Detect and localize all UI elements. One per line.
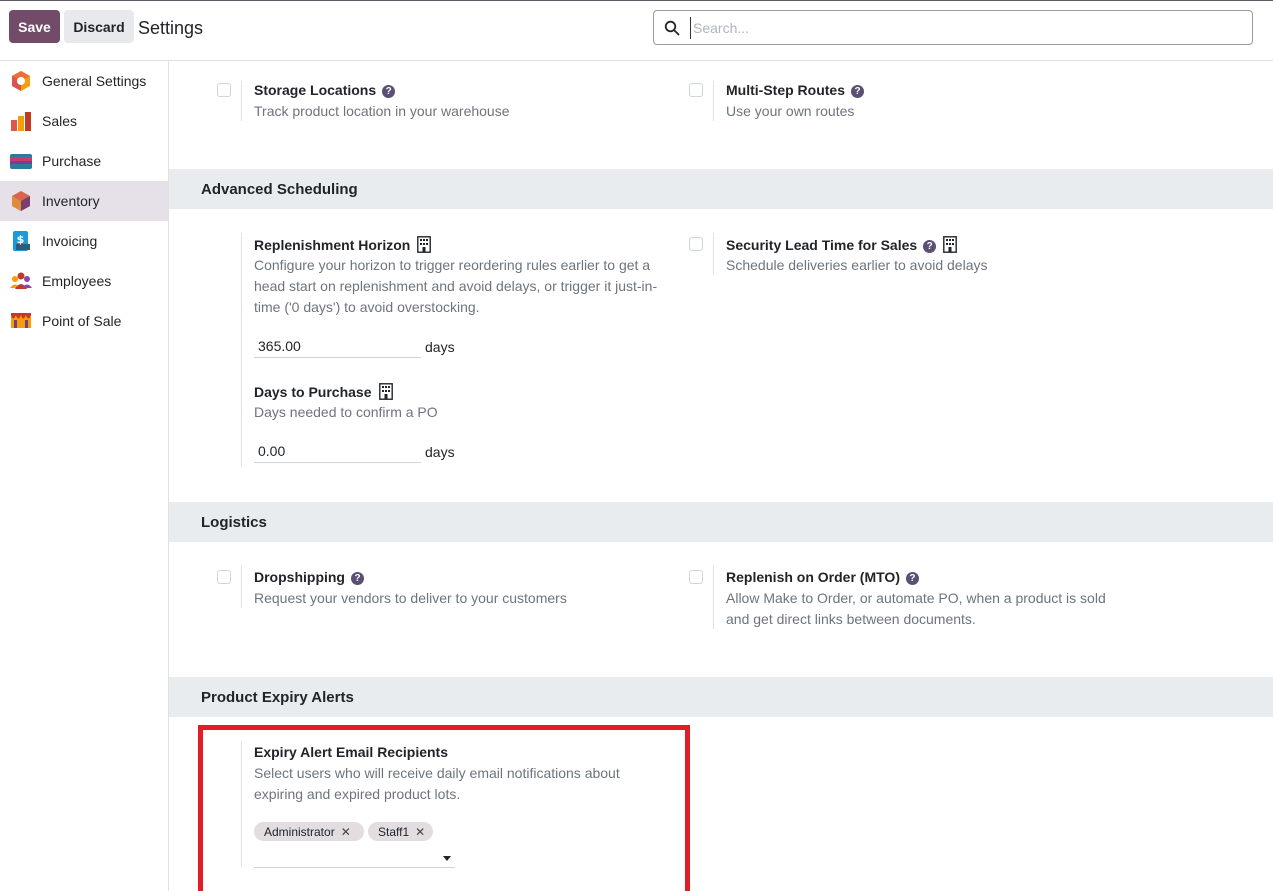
days-to-purchase-title: Days to Purchase	[254, 383, 393, 400]
point-of-sale-icon	[11, 313, 31, 328]
sidebar-item-label: Sales	[42, 113, 78, 129]
employees-icon	[10, 272, 32, 289]
security-lead-time-checkbox[interactable]	[689, 237, 703, 251]
sidebar-item-label: Inventory	[42, 193, 100, 209]
storage-locations-checkbox[interactable]	[217, 83, 231, 97]
mto-title: Replenish on Order (MTO)?	[726, 569, 919, 585]
settings-app-sidebar: General Settings Sales Purchase Inventor…	[0, 61, 169, 891]
days-to-purchase-description: Days needed to confirm a PO	[254, 404, 438, 420]
sidebar-item-invoicing[interactable]: $ Invoicing	[0, 221, 168, 261]
company-dependent-icon	[378, 383, 393, 400]
search-bar[interactable]	[653, 10, 1253, 45]
replenishment-horizon-description: Configure your horizon to trigger reorde…	[254, 257, 658, 315]
invoicing-icon: $	[13, 231, 30, 251]
sidebar-item-inventory[interactable]: Inventory	[0, 181, 168, 221]
company-dependent-icon	[417, 236, 432, 253]
replenishment-horizon-title: Replenishment Horizon	[254, 236, 432, 253]
dropshipping-title: Dropshipping?	[254, 569, 364, 585]
multi-step-routes-description: Use your own routes	[726, 103, 855, 119]
purchase-icon	[10, 154, 32, 169]
svg-text:$: $	[17, 233, 25, 246]
security-lead-time-description: Schedule deliveries earlier to avoid del…	[726, 257, 988, 273]
sidebar-item-label: Point of Sale	[42, 313, 122, 329]
dropshipping-description: Request your vendors to deliver to your …	[254, 590, 567, 606]
page-title: Settings	[138, 18, 204, 38]
sidebar-item-purchase[interactable]: Purchase	[0, 141, 168, 181]
advanced-scheduling-section-header: Advanced Scheduling	[169, 169, 1273, 209]
sidebar-item-employees[interactable]: Employees	[0, 261, 168, 301]
discard-button[interactable]: Discard	[64, 10, 134, 43]
sales-icon	[11, 112, 31, 131]
divider	[241, 566, 242, 608]
sidebar-item-label: Employees	[42, 273, 112, 289]
storage-locations-title: Storage Locations?	[254, 82, 396, 98]
replenishment-horizon-unit: days	[425, 339, 455, 355]
company-dependent-icon	[943, 236, 958, 253]
replenishment-horizon-input[interactable]	[254, 334, 421, 358]
dropshipping-checkbox[interactable]	[217, 570, 231, 584]
sidebar-item-label: Purchase	[42, 153, 102, 169]
help-icon[interactable]: ?	[905, 572, 919, 585]
divider	[713, 566, 714, 629]
section-title: Product Expiry Alerts	[201, 689, 354, 706]
help-icon[interactable]: ?	[382, 85, 396, 98]
mto-checkbox[interactable]	[689, 570, 703, 584]
save-button[interactable]: Save	[9, 10, 60, 43]
mto-description: Allow Make to Order, or automate PO, whe…	[726, 590, 1106, 627]
inventory-icon	[12, 191, 30, 211]
section-title: Advanced Scheduling	[201, 181, 358, 198]
storage-locations-description: Track product location in your warehouse	[254, 103, 510, 119]
sidebar-item-label: Invoicing	[42, 233, 98, 249]
divider	[713, 233, 714, 275]
security-lead-time-title: Security Lead Time for Sales?	[726, 236, 958, 253]
multi-step-routes-title: Multi-Step Routes?	[726, 82, 864, 98]
divider	[241, 81, 242, 121]
control-panel: Save Discard Settings	[0, 0, 1273, 61]
divider	[713, 81, 714, 121]
help-icon[interactable]: ?	[851, 85, 864, 98]
general-settings-icon	[12, 71, 30, 91]
days-to-purchase-input[interactable]	[254, 439, 421, 463]
section-title: Logistics	[201, 514, 267, 531]
search-icon	[664, 20, 680, 36]
annotation-highlight-box	[198, 725, 690, 891]
sidebar-item-label: General Settings	[42, 73, 147, 89]
sidebar-item-point-of-sale[interactable]: Point of Sale	[0, 301, 168, 341]
divider	[241, 233, 242, 467]
help-icon[interactable]: ?	[923, 240, 937, 253]
product-expiry-alerts-section-header: Product Expiry Alerts	[169, 677, 1273, 717]
sidebar-item-sales[interactable]: Sales	[0, 101, 168, 141]
sidebar-item-general-settings[interactable]: General Settings	[0, 61, 168, 101]
help-icon[interactable]: ?	[351, 572, 364, 585]
days-to-purchase-unit: days	[425, 444, 455, 460]
search-input[interactable]	[690, 17, 1230, 39]
logistics-section-header: Logistics	[169, 502, 1273, 542]
multi-step-routes-checkbox[interactable]	[689, 83, 703, 97]
